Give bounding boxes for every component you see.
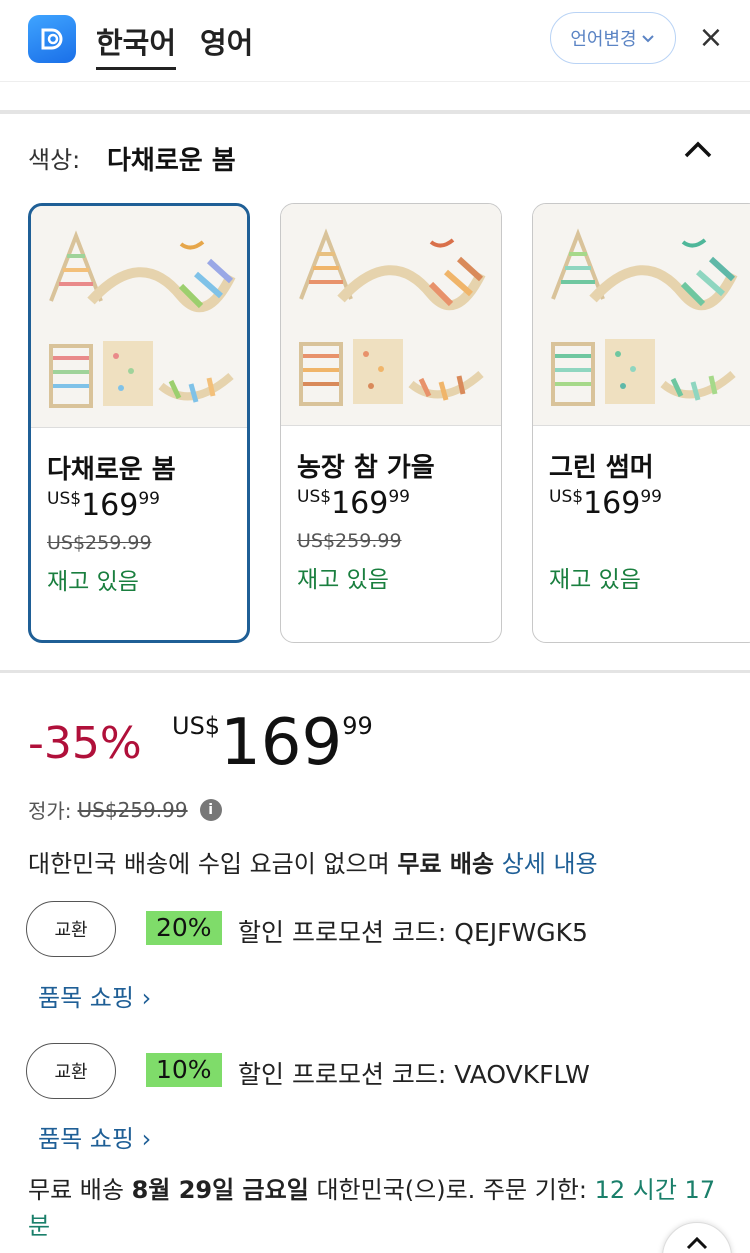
promo-code-text: 할인 프로모션 코드: VAOVKFLW (238, 1060, 590, 1089)
chevron-up-icon[interactable] (680, 132, 716, 168)
price-currency: US$ (297, 487, 332, 507)
stock-status: 재고 있음 (47, 569, 139, 595)
redeem-button[interactable]: 교환 (26, 1043, 116, 1099)
coupon-percent-badge: 20% (146, 911, 222, 945)
shop-items-link[interactable]: 품목 쇼핑 › (38, 1119, 151, 1154)
price-currency: US$ (549, 487, 584, 507)
redeem-button[interactable]: 교환 (26, 901, 116, 957)
shipping-details-link[interactable]: 상세 내용 (502, 850, 598, 878)
current-price: US$16999 (172, 706, 373, 780)
price-currency: US$ (47, 489, 82, 509)
delivery-info: 무료 배송 8월 29일 금요일 대한민국(으)로. 주문 기한: 12 시간 … (28, 1172, 718, 1244)
list-price-row: 정가: US$259.99 i (28, 795, 222, 824)
translator-app-icon[interactable] (28, 15, 76, 63)
color-option-price: US$16999 (549, 486, 662, 521)
tab-english[interactable]: 영어 (200, 20, 253, 70)
shipping-info: 대한민국 배송에 수입 요금이 없으며 무료 배송 상세 내용 (28, 844, 598, 879)
shipping-text: 대한민국 배송에 수입 요금이 없으며 (28, 850, 390, 878)
change-language-button[interactable]: 언어변경 (550, 12, 676, 64)
color-option-name: 그린 썸머 (549, 453, 654, 483)
close-icon[interactable]: × (697, 22, 725, 54)
price-whole: 169 (81, 488, 139, 523)
coupon-percent-badge: 10% (146, 1053, 222, 1087)
divider (0, 670, 750, 673)
price-fraction: 99 (342, 712, 373, 740)
color-option-price: US$16999 (47, 488, 160, 523)
color-option-card[interactable]: 다채로운 봄 US$16999 US$259.99 재고 있음 (28, 203, 250, 643)
price-fraction: 99 (640, 487, 662, 507)
discount-percent: -35% (28, 718, 142, 769)
color-option-name: 농장 참 가을 (297, 453, 435, 483)
product-thumbnail (31, 206, 247, 428)
color-option-price: US$16999 (297, 486, 410, 521)
price-currency: US$ (172, 712, 221, 740)
price-whole: 169 (331, 486, 389, 521)
delivery-prefix: 무료 배송 (28, 1176, 124, 1204)
price-fraction: 99 (138, 489, 160, 509)
promo-code-text: 할인 프로모션 코드: QEJFWGK5 (238, 918, 588, 947)
color-label: 색상: (28, 146, 81, 174)
color-option-card[interactable]: 그린 썸머 US$16999 재고 있음 (532, 203, 750, 643)
list-price-label: 정가: (28, 799, 72, 823)
change-language-label: 언어변경 (570, 29, 637, 50)
list-price-value: US$259.99 (77, 797, 188, 822)
stock-status: 재고 있음 (549, 567, 641, 593)
product-thumbnail (281, 204, 501, 426)
info-icon[interactable]: i (199, 798, 222, 821)
price-whole: 169 (583, 486, 641, 521)
chevron-down-icon (641, 35, 654, 43)
color-option-name: 다채로운 봄 (47, 455, 176, 485)
tab-korean[interactable]: 한국어 (96, 20, 177, 70)
selected-color-value: 다채로운 봄 (107, 146, 236, 176)
list-price: US$259.99 (297, 530, 402, 552)
color-option-card[interactable]: 농장 참 가을 US$16999 US$259.99 재고 있음 (280, 203, 502, 643)
stock-status: 재고 있음 (297, 567, 389, 593)
delivery-date: 8월 29일 금요일 (131, 1176, 309, 1204)
chevron-up-icon (686, 1236, 708, 1250)
free-shipping-label: 무료 배송 (397, 850, 495, 878)
translate-bar: 한국어 영어 언어변경 × (0, 0, 750, 82)
divider (0, 110, 750, 114)
price-fraction: 99 (388, 487, 410, 507)
product-thumbnail (533, 204, 750, 426)
price-whole: 169 (220, 706, 343, 780)
delivery-destination: 대한민국(으)로. 주문 기한: (316, 1176, 587, 1204)
shop-items-link[interactable]: 품목 쇼핑 › (38, 978, 151, 1013)
list-price: US$259.99 (47, 532, 152, 554)
